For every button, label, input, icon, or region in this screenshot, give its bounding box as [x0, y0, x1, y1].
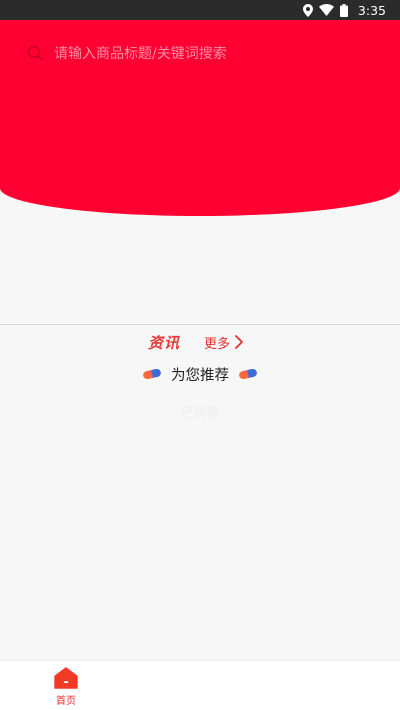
battery-icon	[339, 3, 348, 17]
news-header: 资讯 更多	[148, 330, 244, 354]
section-divider	[0, 324, 400, 325]
faded-status-text: 已售罄	[180, 406, 220, 421]
decor-pill-right	[238, 368, 258, 380]
tab-home-label: 首页	[56, 696, 76, 707]
tab-home[interactable]: 首页	[46, 667, 86, 707]
bottom-tab-bar: 首页	[0, 660, 400, 710]
wifi-icon	[318, 4, 334, 16]
location-icon	[302, 3, 313, 17]
search-icon[interactable]	[26, 44, 44, 62]
recommend-title: 为您推荐	[171, 367, 229, 384]
search-input[interactable]: 请输入商品标题/关键词搜索	[54, 43, 227, 63]
news-more-label: 更多	[204, 336, 231, 352]
status-time: 3:35	[357, 2, 386, 18]
news-title: 资讯	[148, 333, 181, 352]
decor-pill-left	[142, 368, 162, 380]
status-bar: 3:35	[0, 0, 400, 20]
news-more-link[interactable]: 更多	[204, 333, 244, 352]
search-bar[interactable]: 请输入商品标题/关键词搜索	[26, 40, 376, 66]
chevron-right-icon	[235, 335, 243, 349]
recommend-header: 为您推荐	[0, 362, 400, 386]
home-icon	[54, 667, 78, 689]
home-screen: 3:35 请输入商品标题/关键词搜索 资讯 更多 为您推荐 已售罄 首页	[0, 0, 400, 710]
